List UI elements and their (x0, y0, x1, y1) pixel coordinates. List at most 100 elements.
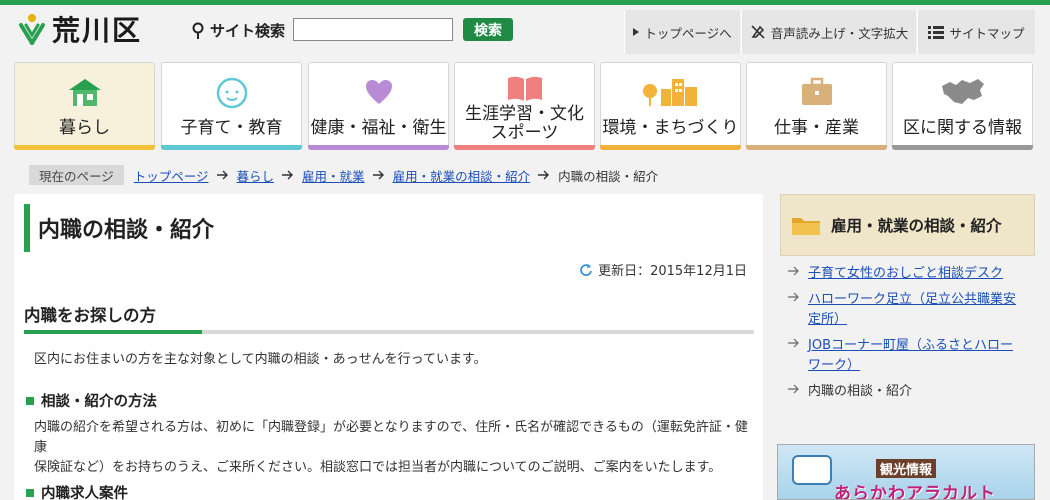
method-text-line2: 保険証など）をお持ちのうえ、ご来所ください。相談窓口では担当者が内職についてのご… (34, 460, 722, 475)
nav-color-bar (892, 145, 1033, 150)
heart-icon (364, 72, 394, 112)
nav-label: 健康・福祉・衛生 (310, 117, 447, 138)
nav-label-line2: スポーツ (490, 123, 559, 143)
house-icon (67, 72, 103, 112)
arakawa-emblem-icon (18, 13, 46, 47)
site-name: 荒川区 (52, 14, 143, 47)
side-nav-title: 雇用・就業の相談・紹介 (831, 217, 1002, 235)
nav-color-bar (161, 145, 302, 150)
search-label: サイト検索 (192, 20, 285, 41)
subsection-heading-method: 相談・紹介の方法 (26, 390, 157, 411)
search-label-text: サイト検索 (210, 22, 286, 40)
nav-item-kenko[interactable]: 健康・福祉・衛生 (308, 62, 449, 150)
accessibility-icon (750, 24, 766, 40)
side-current-item: 内職の相談・紹介 (808, 384, 913, 399)
nav-label: 環境・まちづくり (602, 117, 739, 138)
list-icon (928, 25, 945, 39)
breadcrumb: 現在のページ トップページ 暮らし 雇用・就業 雇用・就業の相談・紹介 内職の相… (29, 165, 658, 185)
breadcrumb-link-koyo[interactable]: 雇用・就業 (302, 166, 365, 185)
method-text: 内職の紹介を希望される方は、初めに「内職登録」が必要となりますので、住所・氏名が… (34, 418, 749, 478)
arrow-right-icon (788, 338, 800, 348)
streetcar-icon (792, 455, 832, 485)
side-link-line1: ハローワーク足立（足立公共職業安 (808, 292, 1017, 307)
nav-label: 暮らし (59, 117, 110, 138)
side-link-kosodate[interactable]: 子育て女性のおしごと相談デスク (808, 266, 1003, 281)
nav-label: 区に関する情報 (903, 117, 1022, 138)
breadcrumb-link-sodan[interactable]: 雇用・就業の相談・紹介 (393, 166, 531, 185)
site-logo[interactable]: 荒川区 (18, 11, 142, 47)
nav-label: 仕事・産業 (774, 117, 859, 138)
search-button[interactable]: 検索 (463, 18, 513, 41)
banner-subtitle: 観光情報 (876, 459, 937, 478)
arrow-right-icon (372, 170, 385, 180)
nav-color-bar (746, 145, 887, 150)
breadcrumb-link-top[interactable]: トップページ (134, 166, 209, 185)
intro-text: 区内にお住まいの方を主な対象として内職の相談・あっせんを行っています。 (34, 352, 487, 367)
nav-label: 子育て・教育 (180, 117, 283, 138)
nav-item-shigoto[interactable]: 仕事・産業 (746, 62, 887, 150)
arrow-right-icon (788, 384, 800, 394)
nav-color-bar (600, 145, 741, 150)
side-nav: 雇用・就業の相談・紹介 子育て女性のおしごと相談デスク ハローワーク足立（足立公… (780, 194, 1035, 422)
updated-date-text: 更新日：2015年12月1日 (598, 264, 747, 279)
square-bullet-icon (26, 488, 34, 497)
side-nav-header: 雇用・就業の相談・紹介 (780, 194, 1035, 256)
side-link-line2: 定所） (808, 312, 848, 327)
list-item: 子育て女性のおしごと相談デスク (780, 264, 1035, 284)
book-icon (506, 72, 544, 105)
search-input[interactable] (293, 18, 453, 41)
side-link-hellowork-adachi[interactable]: ハローワーク足立（足立公共職業安 定所） (808, 292, 1016, 327)
banner-title: あらかわアラカルト (834, 484, 996, 500)
list-item: 内職の相談・紹介 (780, 382, 1035, 402)
nav-label-line1: 生涯学習・文化 (465, 104, 584, 124)
briefcase-icon (800, 72, 834, 112)
arrow-right-icon (788, 292, 800, 302)
nav-item-kankyo[interactable]: 環境・まちづくり (600, 62, 741, 150)
triangle-right-icon (633, 28, 640, 36)
search-icon (192, 22, 206, 40)
breadcrumb-current-page: 内職の相談・紹介 (558, 168, 659, 184)
baby-face-icon (213, 72, 251, 112)
site-header: 荒川区 サイト検索 検索 トップページへ 音声読み上げ・文字拡大 サイトマップ (0, 5, 1050, 55)
util-top-page-link[interactable]: トップページへ (624, 10, 740, 54)
arrow-right-icon (282, 170, 294, 180)
method-text-line1: 内職の紹介を希望される方は、初めに「内職登録」が必要となりますので、住所・氏名が… (34, 420, 748, 455)
square-bullet-icon (26, 396, 34, 405)
arrow-right-icon (788, 266, 800, 276)
nav-color-bar (454, 145, 595, 150)
nav-color-bar (14, 145, 155, 150)
subsection-heading-text: 相談・紹介の方法 (41, 394, 157, 410)
map-icon (940, 72, 986, 112)
global-nav: 暮らし 子育て・教育 健康・福祉・衛生 生涯学習・文化 スポーツ 環境・まちづく… (14, 62, 1034, 150)
subsection-heading-text: 内職求人案件 (41, 486, 128, 500)
folder-icon (791, 214, 821, 236)
side-link-job-corner[interactable]: JOBコーナー町屋（ふるさとハロー ワーク） (808, 338, 1013, 373)
main-content: 内職の相談・紹介 更新日：2015年12月1日 内職をお探しの方 区内にお住まい… (14, 194, 763, 500)
nav-item-kosodate[interactable]: 子育て・教育 (161, 62, 302, 150)
section-heading: 内職をお探しの方 (24, 306, 156, 325)
section-heading-underline (24, 330, 754, 334)
breadcrumb-current-label: 現在のページ (29, 165, 124, 185)
nav-color-bar (308, 145, 449, 150)
util-voice-label: 音声読み上げ・文字拡大 (770, 25, 909, 41)
side-link-line1: JOBコーナー町屋（ふるさとハロー (808, 338, 1013, 353)
side-link-line2: ワーク） (808, 358, 861, 373)
tourism-banner[interactable]: 観光情報 あらかわアラカルト (777, 444, 1035, 500)
refresh-icon (579, 263, 593, 277)
subsection-heading-jobs: 内職求人案件 (26, 482, 128, 500)
list-item: JOBコーナー町屋（ふるさとハロー ワーク） (780, 336, 1035, 376)
util-sitemap-label: サイトマップ (949, 25, 1025, 41)
arrow-right-icon (216, 170, 229, 180)
util-voice-link[interactable]: 音声読み上げ・文字拡大 (741, 10, 916, 54)
buildings-icon (641, 72, 701, 112)
nav-label: 生涯学習・文化 スポーツ (465, 105, 584, 149)
updated-date: 更新日：2015年12月1日 (579, 260, 747, 279)
util-sitemap-link[interactable]: サイトマップ (917, 10, 1035, 54)
nav-item-kurashi[interactable]: 暮らし (14, 62, 155, 150)
arrow-right-icon (538, 170, 550, 180)
nav-item-shogai[interactable]: 生涯学習・文化 スポーツ (454, 62, 595, 150)
util-top-label: トップページへ (644, 25, 732, 41)
nav-item-ku-joho[interactable]: 区に関する情報 (892, 62, 1033, 150)
breadcrumb-link-kurashi[interactable]: 暮らし (237, 166, 275, 185)
side-nav-list: 子育て女性のおしごと相談デスク ハローワーク足立（足立公共職業安 定所） JOBコ… (780, 264, 1035, 408)
